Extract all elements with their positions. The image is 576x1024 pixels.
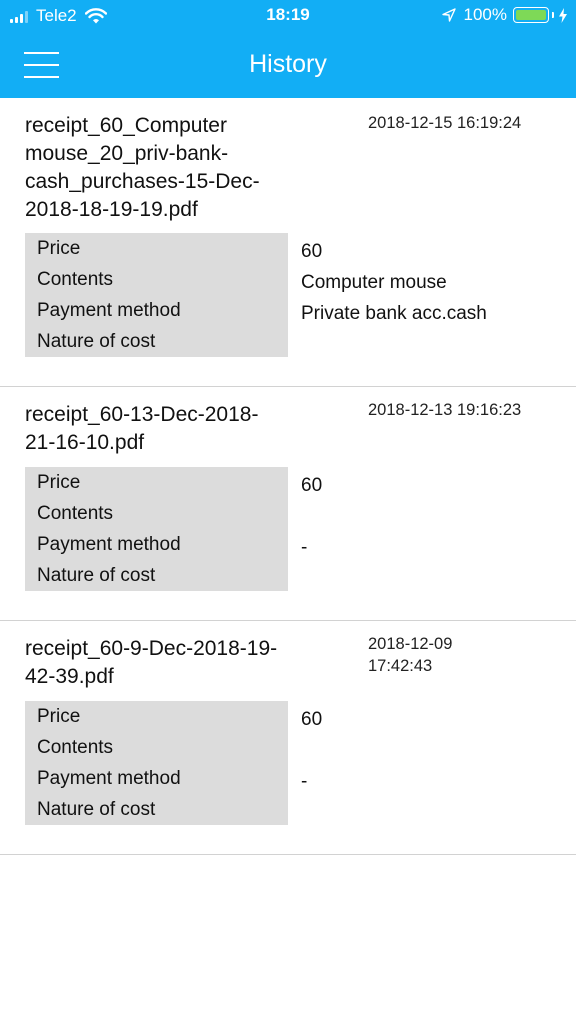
nature-of-cost-label: Nature of cost: [37, 331, 156, 352]
receipt-values: 60 -: [301, 704, 561, 828]
price-value: 60: [301, 241, 323, 262]
contents-label: Contents: [37, 737, 114, 758]
receipt-values: 60 -: [301, 470, 561, 594]
receipt-labels: Price Contents Payment method Nature of …: [25, 233, 288, 357]
receipt-date: 2018-12-13 19:16:23: [368, 401, 522, 419]
status-bar: Tele2 18:19 100%: [0, 0, 576, 32]
contents-value: Computer mouse: [301, 272, 447, 293]
receipt-date: 2018-12-15 16:19:24: [368, 114, 522, 132]
nature-of-cost-value: [301, 329, 561, 360]
receipt-list: receipt_60_Computer mouse_20_priv-bank-c…: [0, 98, 576, 855]
payment-method-value: -: [301, 537, 308, 558]
contents-label: Contents: [37, 503, 114, 524]
nature-of-cost-value: [301, 797, 561, 828]
price-value: 60: [301, 475, 323, 496]
nature-of-cost-label: Nature of cost: [37, 799, 156, 820]
receipt-date: 2018-12-09 17:42:43: [368, 635, 453, 675]
payment-method-label: Payment method: [37, 300, 181, 321]
charging-bolt-icon: [559, 7, 567, 23]
nature-of-cost-value: [301, 563, 561, 594]
price-label: Price: [37, 472, 81, 493]
battery-percent: 100%: [463, 5, 507, 24]
receipt-filename: receipt_60-13-Dec-2018-21-16-10.pdf: [25, 403, 259, 454]
receipt-values: 60 Computer mouse Private bank acc.cash: [301, 236, 561, 360]
page-title: History: [249, 50, 327, 78]
payment-method-label: Payment method: [37, 768, 181, 789]
receipt-filename: receipt_60-9-Dec-2018-19-42-39.pdf: [25, 637, 278, 688]
payment-method-value: -: [301, 771, 308, 792]
price-label: Price: [37, 238, 81, 259]
payment-method-label: Payment method: [37, 534, 181, 555]
contents-value: [301, 501, 561, 532]
receipt-labels: Price Contents Payment method Nature of …: [25, 467, 288, 591]
price-label: Price: [37, 706, 81, 727]
receipt-filename: receipt_60_Computer mouse_20_priv-bank-c…: [25, 114, 260, 221]
receipt-item[interactable]: receipt_60-9-Dec-2018-19-42-39.pdf 2018-…: [0, 621, 576, 855]
location-arrow-icon: [441, 8, 456, 22]
battery-icon: [513, 7, 549, 23]
payment-method-value: Private bank acc.cash: [301, 303, 487, 324]
contents-label: Contents: [37, 269, 114, 290]
receipt-labels: Price Contents Payment method Nature of …: [25, 701, 288, 825]
contents-value: [301, 735, 561, 766]
receipt-item[interactable]: receipt_60-13-Dec-2018-21-16-10.pdf 2018…: [0, 387, 576, 621]
receipt-item[interactable]: receipt_60_Computer mouse_20_priv-bank-c…: [0, 98, 576, 387]
app-header: Tele2 18:19 100% History: [0, 0, 576, 98]
price-value: 60: [301, 709, 323, 730]
nature-of-cost-label: Nature of cost: [37, 565, 156, 586]
